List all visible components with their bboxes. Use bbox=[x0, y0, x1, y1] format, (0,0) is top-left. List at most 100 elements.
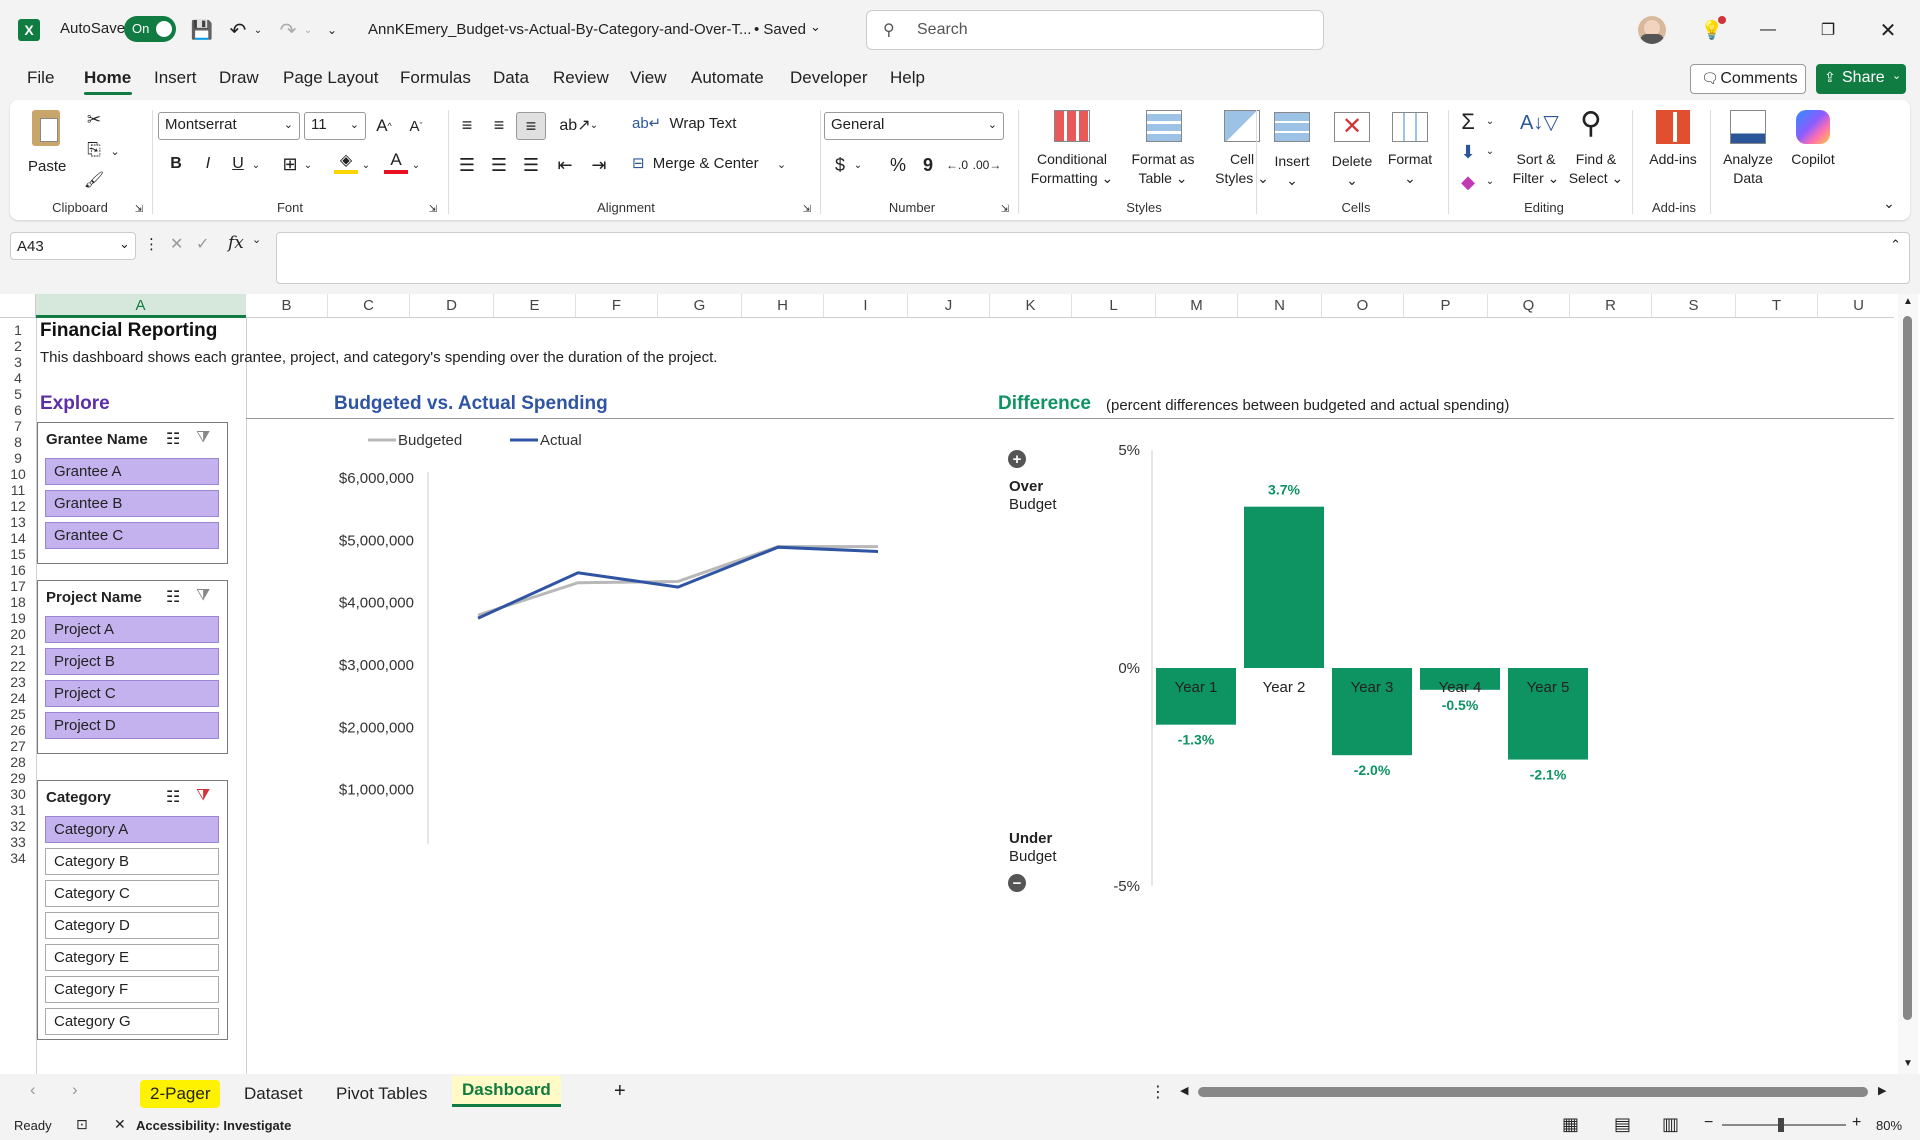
orientation-icon[interactable]: ab↗ bbox=[559, 112, 590, 138]
conditional-formatting-button[interactable]: Conditional Formatting ⌄ bbox=[1024, 106, 1120, 198]
menu-home[interactable]: Home bbox=[84, 68, 131, 88]
column-header-f[interactable]: F bbox=[576, 294, 658, 318]
row-header-26[interactable]: 26 bbox=[0, 722, 36, 738]
menu-draw[interactable]: Draw bbox=[219, 68, 259, 88]
redo-icon[interactable]: ↷ bbox=[276, 18, 300, 42]
vertical-scrollbar[interactable]: ▲ ▼ bbox=[1898, 294, 1918, 1074]
column-header-m[interactable]: M bbox=[1156, 294, 1238, 318]
format-cells-button[interactable]: Format ⌄ bbox=[1382, 106, 1438, 198]
column-header-b[interactable]: B bbox=[246, 294, 328, 318]
row-header-34[interactable]: 34 bbox=[0, 850, 36, 866]
autosum-icon[interactable]: Σ bbox=[1454, 108, 1482, 136]
row-header-3[interactable]: 3 bbox=[0, 354, 36, 370]
clear-filter-icon[interactable]: ⧩ bbox=[196, 587, 210, 605]
increase-decimal-icon[interactable]: ←.0 bbox=[944, 152, 970, 178]
clear-filter-icon[interactable]: ⧩ bbox=[196, 787, 210, 805]
undo-icon[interactable]: ↶ bbox=[226, 18, 250, 42]
row-header-32[interactable]: 32 bbox=[0, 818, 36, 834]
font-launcher-icon[interactable]: ⇲ bbox=[426, 202, 440, 216]
row-header-22[interactable]: 22 bbox=[0, 658, 36, 674]
vertical-scroll-thumb[interactable] bbox=[1903, 316, 1912, 1020]
row-header-30[interactable]: 30 bbox=[0, 786, 36, 802]
row-header-12[interactable]: 12 bbox=[0, 498, 36, 514]
formula-input[interactable]: ⌃ bbox=[276, 232, 1910, 284]
column-header-i[interactable]: I bbox=[824, 294, 908, 318]
align-left-icon[interactable]: ☰ bbox=[454, 152, 480, 178]
horizontal-scrollbar[interactable]: ◀ ▶ bbox=[1178, 1084, 1892, 1100]
row-header-24[interactable]: 24 bbox=[0, 690, 36, 706]
close-icon[interactable]: ✕ bbox=[1876, 18, 1900, 42]
column-header-t[interactable]: T bbox=[1736, 294, 1818, 318]
number-format-dropdown[interactable]: General ⌄ bbox=[824, 112, 1004, 140]
slicer-item-grantee-c[interactable]: Grantee C bbox=[45, 522, 219, 549]
menu-data[interactable]: Data bbox=[493, 68, 529, 88]
share-button[interactable]: ⇪ Share ⌄ bbox=[1816, 64, 1906, 94]
column-header-n[interactable]: N bbox=[1238, 294, 1322, 318]
scroll-up-icon[interactable]: ▲ bbox=[1903, 296, 1913, 307]
insert-function-icon[interactable]: fx bbox=[228, 233, 244, 253]
column-header-p[interactable]: P bbox=[1404, 294, 1488, 318]
slicer-item-project-d[interactable]: Project D bbox=[45, 712, 219, 739]
clear-dropdown-icon[interactable]: ⌄ bbox=[1484, 172, 1496, 190]
line-chart[interactable]: $6,000,000 $5,000,000 $4,000,000 $3,000,000… bbox=[300, 424, 940, 844]
row-header-6[interactable]: 6 bbox=[0, 402, 36, 418]
save-icon[interactable]: 💾 bbox=[190, 18, 214, 42]
row-header-18[interactable]: 18 bbox=[0, 594, 36, 610]
search-box[interactable]: ⚲ Search bbox=[866, 10, 1324, 50]
customize-qat-icon[interactable]: ⌄ bbox=[322, 20, 342, 40]
tab-scroll-right-icon[interactable]: › bbox=[72, 1080, 78, 1100]
menu-view[interactable]: View bbox=[630, 68, 667, 88]
column-header-c[interactable]: C bbox=[328, 294, 410, 318]
row-header-13[interactable]: 13 bbox=[0, 514, 36, 530]
tab-dashboard[interactable]: Dashboard bbox=[452, 1076, 561, 1107]
tabs-more-icon[interactable]: ⋮ bbox=[1150, 1082, 1166, 1102]
row-header-25[interactable]: 25 bbox=[0, 706, 36, 722]
slicer-item-project-a[interactable]: Project A bbox=[45, 616, 219, 643]
name-box[interactable]: A43 ⌄ bbox=[10, 232, 136, 260]
fill-icon[interactable]: ⬇ bbox=[1454, 138, 1482, 166]
undo-dropdown-icon[interactable]: ⌄ bbox=[252, 20, 264, 40]
fill-color-icon[interactable]: ◈ bbox=[334, 150, 358, 174]
copy-icon[interactable]: ⎘ bbox=[82, 138, 106, 162]
row-header-19[interactable]: 19 bbox=[0, 610, 36, 626]
horizontal-scroll-thumb[interactable] bbox=[1198, 1087, 1868, 1097]
comma-button[interactable]: 9 bbox=[918, 152, 938, 178]
copy-dropdown-icon[interactable]: ⌄ bbox=[108, 142, 122, 160]
format-painter-icon[interactable]: 🖌 bbox=[82, 168, 106, 192]
row-header-2[interactable]: 2 bbox=[0, 338, 36, 354]
ribbon-collapse-icon[interactable]: ⌄ bbox=[1880, 194, 1898, 212]
decrease-font-icon[interactable]: Aˇ bbox=[404, 114, 428, 138]
more-options-icon[interactable]: ⋮ bbox=[144, 235, 159, 253]
column-header-o[interactable]: O bbox=[1322, 294, 1404, 318]
macro-record-icon[interactable]: ⊡ bbox=[76, 1116, 88, 1133]
minimize-icon[interactable]: — bbox=[1756, 18, 1780, 42]
bold-button[interactable]: B bbox=[164, 152, 188, 176]
orientation-dropdown-icon[interactable]: ⌄ bbox=[588, 116, 600, 134]
font-name-dropdown[interactable]: Montserrat ⌄ bbox=[158, 112, 300, 140]
formula-collapse-icon[interactable]: ⌃ bbox=[1890, 237, 1901, 253]
slicer-item-category-e[interactable]: Category E bbox=[45, 944, 219, 971]
align-center-icon[interactable]: ☰ bbox=[486, 152, 512, 178]
underline-button[interactable]: U bbox=[226, 152, 250, 176]
format-as-table-button[interactable]: Format as Table ⌄ bbox=[1122, 106, 1204, 198]
slicer-item-project-c[interactable]: Project C bbox=[45, 680, 219, 707]
saved-chevron-icon[interactable]: ⌄ bbox=[810, 19, 821, 35]
column-header-q[interactable]: Q bbox=[1488, 294, 1570, 318]
row-header-9[interactable]: 9 bbox=[0, 450, 36, 466]
multiselect-icon[interactable]: ☷ bbox=[166, 587, 180, 607]
row-header-31[interactable]: 31 bbox=[0, 802, 36, 818]
clear-filter-icon[interactable]: ⧩ bbox=[196, 429, 210, 447]
delete-cells-button[interactable]: ✕ Delete ⌄ bbox=[1324, 106, 1380, 198]
row-header-10[interactable]: 10 bbox=[0, 466, 36, 482]
number-launcher-icon[interactable]: ⇲ bbox=[998, 202, 1012, 216]
file-name[interactable]: AnnKEmery_Budget-vs-Actual-By-Category-a… bbox=[368, 21, 751, 38]
menu-developer[interactable]: Developer bbox=[790, 68, 868, 88]
column-header-u[interactable]: U bbox=[1818, 294, 1900, 318]
multiselect-icon[interactable]: ☷ bbox=[166, 787, 180, 807]
redo-dropdown-icon[interactable]: ⌄ bbox=[302, 20, 314, 40]
column-header-e[interactable]: E bbox=[494, 294, 576, 318]
confirm-entry-icon[interactable]: ✓ bbox=[196, 234, 209, 254]
fill-dropdown-icon[interactable]: ⌄ bbox=[1484, 142, 1496, 160]
worksheet-grid[interactable]: ABCDEFGHIJKLMNOPQRSTU 1 2 3 4 5 6 7 8 9 10 11 12 13 1… bbox=[0, 294, 1920, 1074]
menu-automate[interactable]: Automate bbox=[691, 68, 764, 88]
